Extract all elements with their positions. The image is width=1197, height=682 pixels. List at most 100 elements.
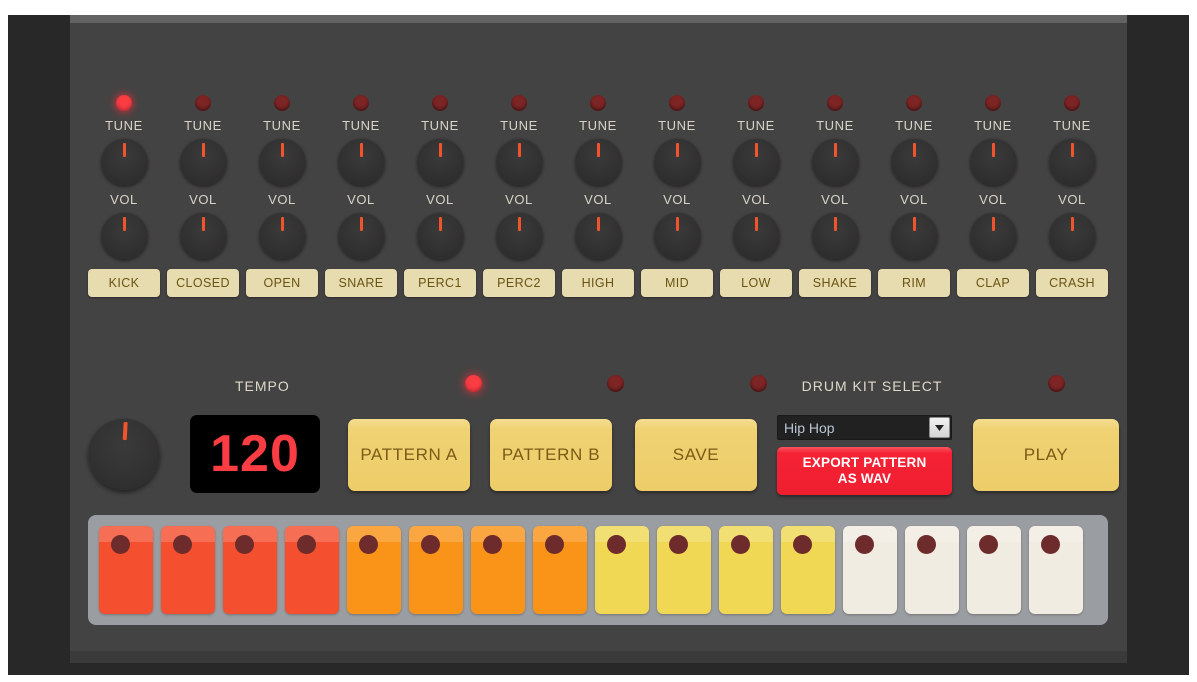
tune-knob-closed[interactable] xyxy=(179,138,227,185)
knob-indicator xyxy=(991,217,995,231)
tune-label: TUNE xyxy=(895,118,933,133)
tune-knob-low[interactable] xyxy=(732,138,780,185)
voice-led-low xyxy=(748,95,764,111)
voice-button-open[interactable]: OPEN xyxy=(246,269,318,297)
voice-button-crash[interactable]: CRASH xyxy=(1036,269,1108,297)
voice-strip-rim: TUNE VOL RIM xyxy=(878,95,950,345)
vol-knob-clap[interactable] xyxy=(969,212,1017,259)
vol-knob-closed[interactable] xyxy=(179,212,227,259)
voice-button-shake[interactable]: SHAKE xyxy=(799,269,871,297)
step-pad-led xyxy=(917,535,936,554)
step-pad-13[interactable] xyxy=(843,526,897,614)
tune-knob-mid[interactable] xyxy=(653,138,701,185)
step-pad-5[interactable] xyxy=(347,526,401,614)
vol-knob-perc2[interactable] xyxy=(495,212,543,259)
step-pad-9[interactable] xyxy=(595,526,649,614)
step-pad-4[interactable] xyxy=(285,526,339,614)
voice-button-snare[interactable]: SNARE xyxy=(325,269,397,297)
knob-indicator xyxy=(280,217,284,231)
voice-button-high[interactable]: HIGH xyxy=(562,269,634,297)
voice-button-low[interactable]: LOW xyxy=(720,269,792,297)
knob-indicator xyxy=(675,217,679,231)
voice-button-perc2[interactable]: PERC2 xyxy=(483,269,555,297)
voice-strip-high: TUNE VOL HIGH xyxy=(562,95,634,345)
tune-knob-clap[interactable] xyxy=(969,138,1017,185)
tempo-display: 120 xyxy=(190,415,320,493)
save-button[interactable]: SAVE xyxy=(635,419,757,491)
export-pattern-wav-button[interactable]: EXPORT PATTERN AS WAV xyxy=(777,447,952,495)
step-pad-11[interactable] xyxy=(719,526,773,614)
step-pad-15[interactable] xyxy=(967,526,1021,614)
tune-knob-open[interactable] xyxy=(258,138,306,185)
step-pad-led xyxy=(173,535,192,554)
vol-knob-open[interactable] xyxy=(258,212,306,259)
play-button[interactable]: PLAY xyxy=(973,419,1119,491)
knob-indicator xyxy=(912,217,916,231)
voice-button-rim[interactable]: RIM xyxy=(878,269,950,297)
voice-button-closed[interactable]: CLOSED xyxy=(167,269,239,297)
vol-knob-mid[interactable] xyxy=(653,212,701,259)
drum-kit-select[interactable]: Hip Hop xyxy=(777,415,952,440)
voice-led-snare xyxy=(353,95,369,111)
tempo-knob[interactable] xyxy=(88,418,160,490)
main-panel: TUNE VOL KICK TUNE VOL CLOSED TUNE VOL OPEN TUNE V… xyxy=(70,23,1127,651)
tune-knob-perc1[interactable] xyxy=(416,138,464,185)
tune-knob-snare[interactable] xyxy=(337,138,385,185)
tune-knob-crash[interactable] xyxy=(1048,138,1096,185)
step-pad-led xyxy=(421,535,440,554)
tune-knob-shake[interactable] xyxy=(811,138,859,185)
export-line-1: EXPORT PATTERN xyxy=(802,455,927,470)
pattern-b-button[interactable]: PATTERN B xyxy=(490,419,612,491)
tune-knob-perc2[interactable] xyxy=(495,138,543,185)
tune-label: TUNE xyxy=(421,118,459,133)
tune-knob-rim[interactable] xyxy=(890,138,938,185)
knob-indicator xyxy=(675,143,679,157)
vol-knob-perc1[interactable] xyxy=(416,212,464,259)
voice-strip-closed: TUNE VOL CLOSED xyxy=(167,95,239,345)
step-pad-1[interactable] xyxy=(99,526,153,614)
vol-knob-rim[interactable] xyxy=(890,212,938,259)
knob-indicator xyxy=(596,143,600,157)
voice-button-mid[interactable]: MID xyxy=(641,269,713,297)
step-pad-6[interactable] xyxy=(409,526,463,614)
step-pad-led xyxy=(669,535,688,554)
step-pad-2[interactable] xyxy=(161,526,215,614)
step-pad-8[interactable] xyxy=(533,526,587,614)
vol-knob-shake[interactable] xyxy=(811,212,859,259)
step-pad-10[interactable] xyxy=(657,526,711,614)
vol-knob-low[interactable] xyxy=(732,212,780,259)
vol-knob-high[interactable] xyxy=(574,212,622,259)
vol-knob-kick[interactable] xyxy=(100,212,148,259)
knob-indicator xyxy=(833,143,837,157)
step-pad-7[interactable] xyxy=(471,526,525,614)
tune-knob-high[interactable] xyxy=(574,138,622,185)
voice-strip-row: TUNE VOL KICK TUNE VOL CLOSED TUNE VOL OPEN TUNE V… xyxy=(88,95,1108,345)
chevron-down-icon[interactable] xyxy=(929,417,950,438)
step-pad-12[interactable] xyxy=(781,526,835,614)
voice-led-rim xyxy=(906,95,922,111)
voice-led-perc1 xyxy=(432,95,448,111)
pattern-b-led xyxy=(607,375,624,392)
voice-led-open xyxy=(274,95,290,111)
voice-led-clap xyxy=(985,95,1001,111)
voice-button-clap[interactable]: CLAP xyxy=(957,269,1029,297)
voice-button-perc1[interactable]: PERC1 xyxy=(404,269,476,297)
voice-led-closed xyxy=(195,95,211,111)
step-pad-led xyxy=(1041,535,1060,554)
tune-knob-kick[interactable] xyxy=(100,138,148,185)
tune-label: TUNE xyxy=(1053,118,1091,133)
step-pad-16[interactable] xyxy=(1029,526,1083,614)
vol-label: VOL xyxy=(821,192,849,207)
drum-kit-select-label: DRUM KIT SELECT xyxy=(801,378,943,394)
vol-label: VOL xyxy=(584,192,612,207)
voice-button-kick[interactable]: KICK xyxy=(88,269,160,297)
knob-indicator xyxy=(517,143,521,157)
step-pad-14[interactable] xyxy=(905,526,959,614)
tune-label: TUNE xyxy=(816,118,854,133)
tune-label: TUNE xyxy=(658,118,696,133)
vol-knob-crash[interactable] xyxy=(1048,212,1096,259)
knob-indicator xyxy=(122,217,126,231)
pattern-a-button[interactable]: PATTERN A xyxy=(348,419,470,491)
step-pad-3[interactable] xyxy=(223,526,277,614)
vol-knob-snare[interactable] xyxy=(337,212,385,259)
